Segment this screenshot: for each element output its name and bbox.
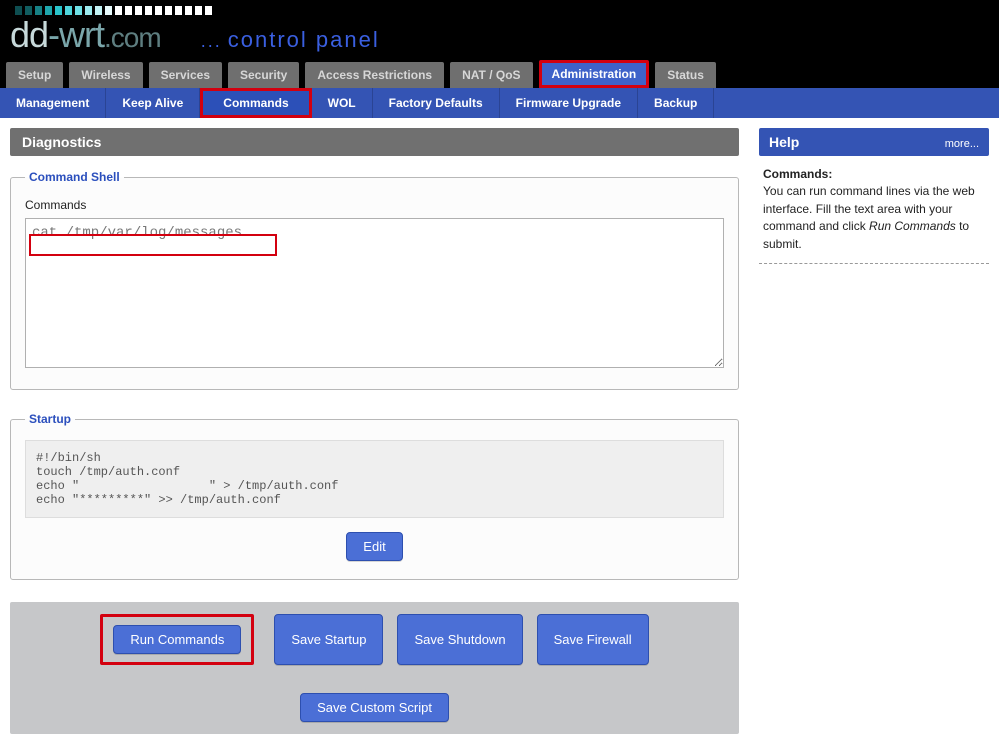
command-shell-fieldset: Command Shell Commands (10, 170, 739, 390)
subtab-firmware-upgrade[interactable]: Firmware Upgrade (500, 88, 638, 118)
help-body: Commands: You can run command lines via … (759, 166, 989, 253)
header-subtitle: ... control panel (201, 27, 380, 53)
control-panel-label: control panel (228, 27, 380, 52)
action-bar: Run Commands Save Startup Save Shutdown … (10, 602, 739, 734)
help-heading: Commands: (763, 167, 832, 181)
sub-nav: ManagementKeep AliveCommandsWOLFactory D… (0, 88, 999, 118)
tab-administration[interactable]: Administration (539, 60, 650, 88)
startup-script-display: #!/bin/sh touch /tmp/auth.conf echo " " … (25, 440, 724, 518)
command-shell-legend: Command Shell (25, 170, 124, 184)
help-title: Help (769, 134, 799, 150)
edit-button[interactable]: Edit (346, 532, 402, 561)
top-nav: SetupWireless ServicesSecurityAccess Rest… (0, 60, 999, 88)
section-title: Diagnostics (10, 128, 739, 156)
save-custom-script-button[interactable]: Save Custom Script (300, 693, 449, 722)
logo-com: .com (104, 22, 161, 53)
help-text-em: Run Commands (869, 219, 956, 233)
app-header: dd-wrt.com ... control panel (0, 0, 999, 60)
tab-wireless[interactable]: Wireless (69, 62, 142, 88)
startup-legend: Startup (25, 412, 75, 426)
tab-security[interactable]: Security (228, 62, 299, 88)
subtab-management[interactable]: Management (0, 88, 106, 118)
tab-setup[interactable]: Setup (6, 62, 63, 88)
save-firewall-button[interactable]: Save Firewall (537, 614, 649, 665)
help-more-link[interactable]: more... (945, 138, 979, 150)
commands-label: Commands (25, 198, 724, 212)
save-startup-button[interactable]: Save Startup (274, 614, 383, 665)
tab-status[interactable]: Status (655, 62, 716, 88)
dots-icon: ... (201, 31, 222, 51)
tab-nat-qos[interactable]: NAT / QoS (450, 62, 532, 88)
logo-dd: dd (10, 14, 48, 55)
logo: dd-wrt.com (10, 14, 161, 56)
subtab-wol[interactable]: WOL (312, 88, 373, 118)
commands-textarea[interactable] (25, 218, 724, 368)
run-commands-button[interactable]: Run Commands (113, 625, 241, 654)
subtab-backup[interactable]: Backup (638, 88, 714, 118)
tab-access-restrictions[interactable]: Access Restrictions (305, 62, 444, 88)
help-header: Help more... (759, 128, 989, 156)
run-highlight-box: Run Commands (100, 614, 254, 665)
logo-wrt: -wrt (48, 14, 104, 55)
subtab-commands[interactable]: Commands (200, 88, 311, 118)
startup-fieldset: Startup #!/bin/sh touch /tmp/auth.conf e… (10, 412, 739, 580)
subtab-keep-alive[interactable]: Keep Alive (106, 88, 200, 118)
help-separator (759, 263, 989, 264)
tab-services[interactable]: Services (149, 62, 222, 88)
save-shutdown-button[interactable]: Save Shutdown (397, 614, 522, 665)
subtab-factory-defaults[interactable]: Factory Defaults (373, 88, 500, 118)
